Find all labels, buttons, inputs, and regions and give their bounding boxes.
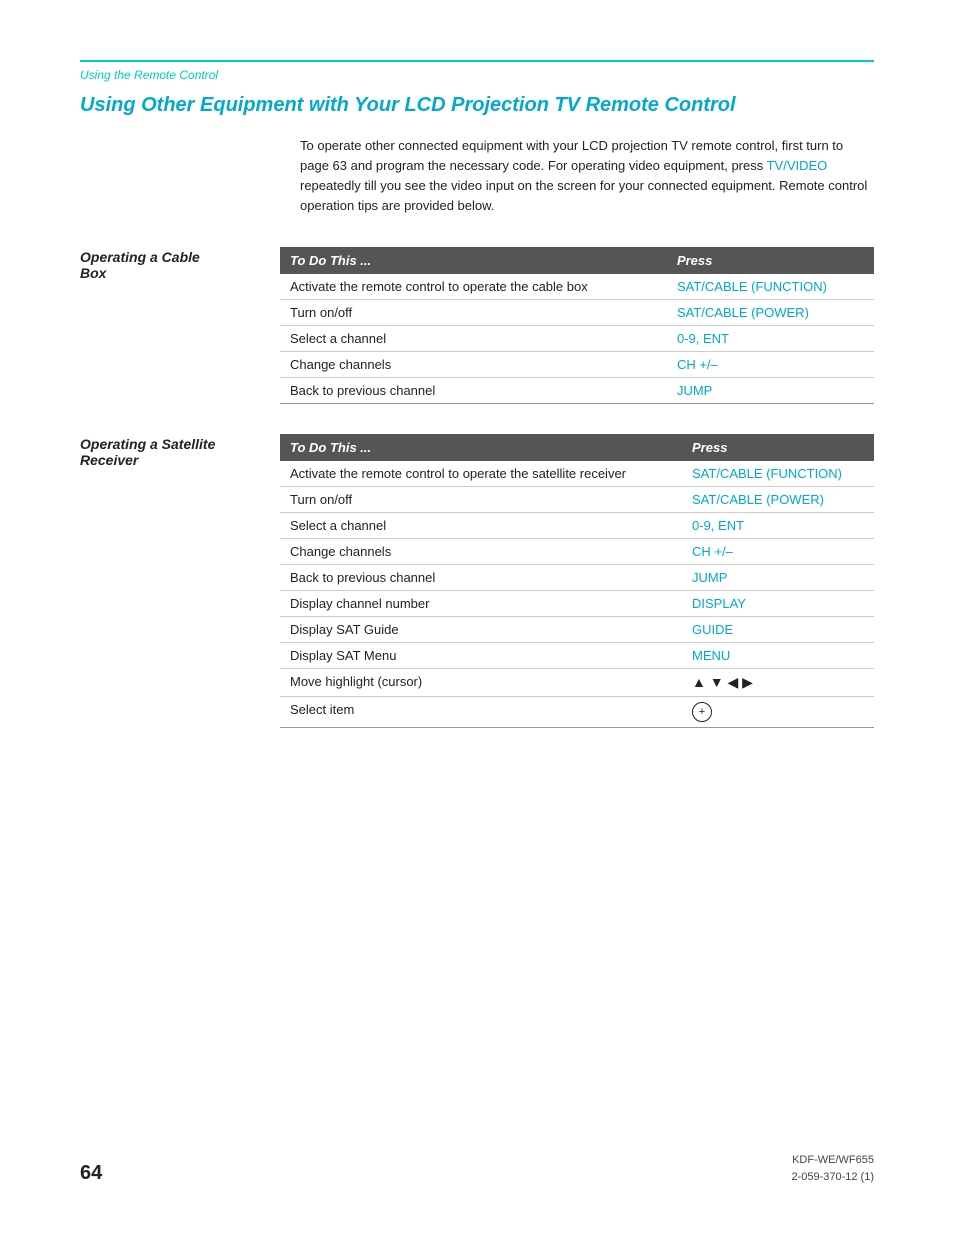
satellite-table-area: To Do This ... Press Activate the remote… [280,434,874,728]
press-cell: 0-9, ENT [667,325,874,351]
main-title: Using Other Equipment with Your LCD Proj… [80,92,874,118]
todo-cell: Select item [280,696,682,727]
todo-cell: Back to previous channel [280,377,667,403]
todo-cell: Turn on/off [280,299,667,325]
todo-cell: Turn on/off [280,486,682,512]
sat-col1-header: To Do This ... [280,434,682,461]
press-cell: 0-9, ENT [682,512,874,538]
press-cell: GUIDE [682,616,874,642]
cable-col2-header: Press [667,247,874,274]
page-container: Using the Remote Control Using Other Equ… [0,0,954,818]
cable-box-heading: Operating a Cable Box [80,247,280,404]
cable-col1-header: To Do This ... [280,247,667,274]
table-row: Select a channel0-9, ENT [280,325,874,351]
intro-cyan: TV/VIDEO [767,158,828,173]
top-rule [80,60,874,62]
sat-col2-header: Press [682,434,874,461]
table-row: Move highlight (cursor)▲ ▼ ◀ ▶ [280,668,874,696]
press-cell: MENU [682,642,874,668]
intro-before: To operate other connected equipment wit… [300,138,843,173]
table-row: Turn on/offSAT/CABLE (POWER) [280,486,874,512]
table-row: Display channel numberDISPLAY [280,590,874,616]
table-row: Change channelsCH +/– [280,351,874,377]
cable-box-table-area: To Do This ... Press Activate the remote… [280,247,874,404]
intro-text: To operate other connected equipment wit… [300,136,874,217]
satellite-table: To Do This ... Press Activate the remote… [280,434,874,728]
satellite-section: Operating a Satellite Receiver To Do Thi… [80,434,874,728]
todo-cell: Display SAT Guide [280,616,682,642]
satellite-heading: Operating a Satellite Receiver [80,434,280,728]
cable-box-table: To Do This ... Press Activate the remote… [280,247,874,404]
table-row: Select a channel0-9, ENT [280,512,874,538]
table-row: Back to previous channelJUMP [280,564,874,590]
model-line1: KDF-WE/WF655 [791,1152,874,1169]
table-row: Turn on/offSAT/CABLE (POWER) [280,299,874,325]
intro-after: repeatedly till you see the video input … [300,178,867,213]
todo-cell: Change channels [280,351,667,377]
todo-cell: Change channels [280,538,682,564]
table-row: Activate the remote control to operate t… [280,461,874,487]
press-cell: CH +/– [682,538,874,564]
press-cell: SAT/CABLE (POWER) [667,299,874,325]
press-cell: SAT/CABLE (FUNCTION) [682,461,874,487]
todo-cell: Select a channel [280,325,667,351]
press-cell: SAT/CABLE (FUNCTION) [667,274,874,300]
table-row: Display SAT MenuMENU [280,642,874,668]
todo-cell: Display channel number [280,590,682,616]
table-row: Change channelsCH +/– [280,538,874,564]
press-cell: ▲ ▼ ◀ ▶ [682,668,874,696]
cable-box-section: Operating a Cable Box To Do This ... Pre… [80,247,874,404]
todo-cell: Activate the remote control to operate t… [280,461,682,487]
press-cell: CH +/– [667,351,874,377]
press-cell: SAT/CABLE (POWER) [682,486,874,512]
model-line2: 2-059-370-12 (1) [791,1169,874,1186]
press-cell: JUMP [667,377,874,403]
table-row: Display SAT GuideGUIDE [280,616,874,642]
press-cell: + [682,696,874,727]
section-label: Using the Remote Control [80,68,874,82]
todo-cell: Select a channel [280,512,682,538]
todo-cell: Activate the remote control to operate t… [280,274,667,300]
table-row: Activate the remote control to operate t… [280,274,874,300]
model-info: KDF-WE/WF655 2-059-370-12 (1) [791,1152,874,1185]
todo-cell: Display SAT Menu [280,642,682,668]
page-footer: 64 KDF-WE/WF655 2-059-370-12 (1) [80,1152,874,1185]
press-cell: JUMP [682,564,874,590]
todo-cell: Back to previous channel [280,564,682,590]
press-cell: DISPLAY [682,590,874,616]
page-number: 64 [80,1162,102,1185]
table-row: Back to previous channelJUMP [280,377,874,403]
table-row: Select item+ [280,696,874,727]
todo-cell: Move highlight (cursor) [280,668,682,696]
